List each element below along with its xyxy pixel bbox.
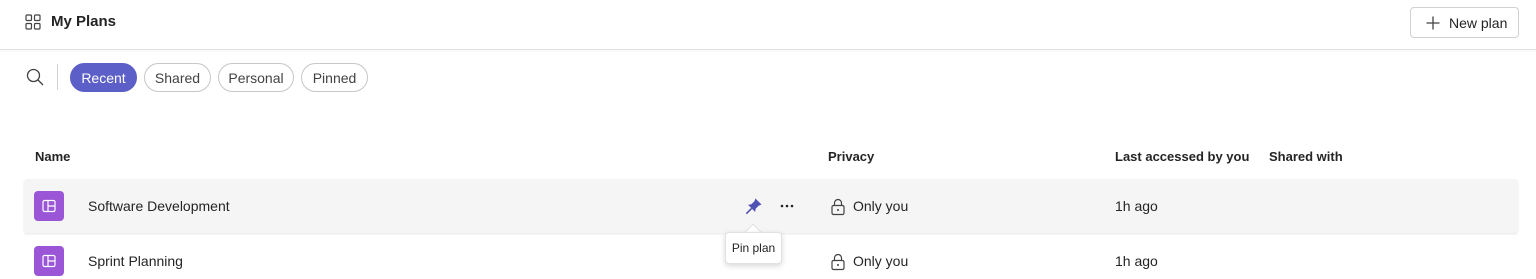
plan-name[interactable]: Software Development <box>88 198 230 214</box>
board-icon <box>42 254 56 268</box>
plan-icon <box>34 191 64 221</box>
lock-icon <box>831 198 845 216</box>
privacy-value: Only you <box>853 198 909 214</box>
board-icon <box>42 199 56 213</box>
filter-personal[interactable]: Personal <box>218 63 294 92</box>
grid-icon <box>25 14 41 30</box>
plus-icon <box>1426 16 1440 29</box>
more-options-icon[interactable] <box>776 196 798 216</box>
filter-shared[interactable]: Shared <box>144 63 211 92</box>
pin-icon[interactable] <box>744 196 764 216</box>
filter-bar: Recent Shared Personal Pinned <box>0 60 1536 96</box>
last-accessed-value: 1h ago <box>1115 253 1158 269</box>
search-icon[interactable] <box>24 66 46 88</box>
column-header-privacy: Privacy <box>828 149 875 164</box>
privacy-value: Only you <box>853 253 909 269</box>
table-row[interactable]: Software Development Only you 1h ago <box>24 179 1518 233</box>
new-plan-button[interactable]: New plan <box>1410 7 1519 38</box>
pin-plan-tooltip: Pin plan <box>725 232 782 264</box>
last-accessed-value: 1h ago <box>1115 198 1158 214</box>
filter-pinned[interactable]: Pinned <box>301 63 368 92</box>
page-title: My Plans <box>51 13 117 30</box>
filter-divider <box>57 64 58 90</box>
column-header-name: Name <box>35 149 71 164</box>
column-header-shared-with: Shared with <box>1269 149 1343 164</box>
top-header: My Plans New plan <box>0 0 1536 50</box>
filter-recent[interactable]: Recent <box>70 63 137 92</box>
plan-name[interactable]: Sprint Planning <box>88 253 183 269</box>
column-header-last-accessed: Last accessed by you <box>1115 149 1250 164</box>
plan-icon <box>34 246 64 276</box>
new-plan-label: New plan <box>1449 14 1508 31</box>
lock-icon <box>831 253 845 271</box>
